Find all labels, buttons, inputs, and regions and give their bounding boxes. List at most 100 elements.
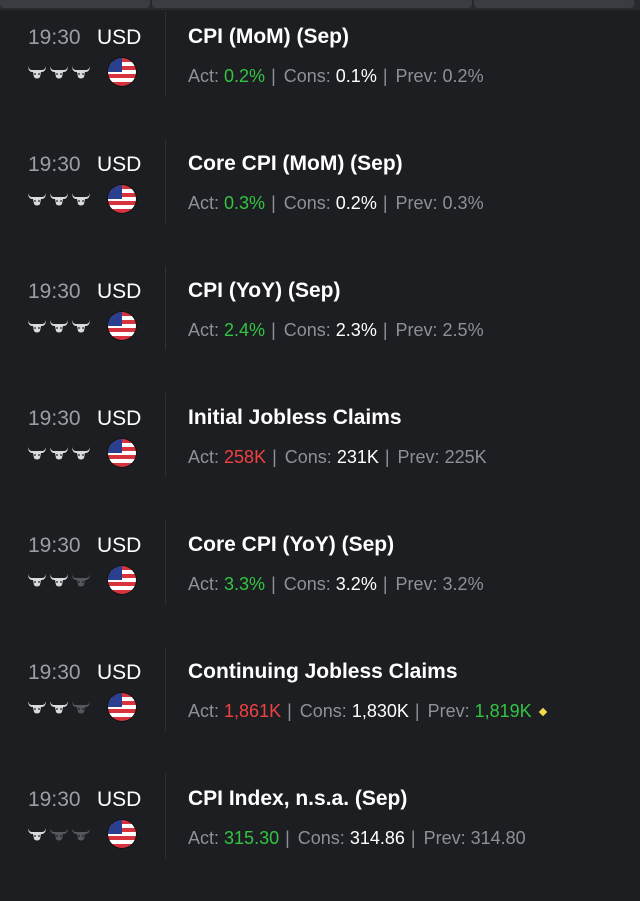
- separator: |: [384, 447, 390, 467]
- event-title: Continuing Jobless Claims: [188, 660, 458, 683]
- event-meta: 19:30 USD: [0, 266, 166, 393]
- economic-calendar-list: 19:30 USD CPI (MoM) (Sep) Act: 0.2% | Con…: [0, 12, 640, 901]
- bull-head-icon: [71, 318, 91, 336]
- consensus-value: 231K: [336, 447, 379, 467]
- consensus-value: 1,830K: [351, 701, 409, 721]
- importance-rating: [27, 64, 91, 82]
- previous-label: Prev:: [423, 828, 466, 848]
- column-divider: [165, 266, 166, 350]
- consensus-label: Cons:: [284, 447, 332, 467]
- previous-label: Prev:: [395, 193, 438, 213]
- bull-head-icon: [71, 64, 91, 82]
- diamond-icon: [538, 707, 547, 716]
- bull-head-icon: [49, 826, 69, 844]
- event-title: CPI Index, n.s.a. (Sep): [188, 787, 408, 810]
- event-figures: Act: 258K | Cons: 231K | Prev: 225K: [188, 447, 487, 468]
- importance-rating: [27, 191, 91, 209]
- event-currency: USD: [97, 407, 142, 430]
- calendar-event-row[interactable]: 19:30 USD Core CPI (YoY) (Sep) Act: 3.3%…: [0, 520, 640, 647]
- us-flag-icon: [108, 439, 136, 467]
- previous-value: 1,819K: [474, 701, 532, 721]
- event-figures: Act: 1,861K | Cons: 1,830K | Prev: 1,819K: [188, 701, 547, 722]
- consensus-label: Cons:: [299, 701, 347, 721]
- us-flag-icon: [108, 693, 136, 721]
- importance-rating: [27, 826, 91, 844]
- event-title: Initial Jobless Claims: [188, 406, 402, 429]
- bull-head-icon: [27, 572, 47, 590]
- actual-label: Act:: [188, 320, 220, 340]
- us-flag-icon: [108, 185, 136, 213]
- event-meta: 19:30 USD: [0, 12, 166, 139]
- previous-value: 0.3%: [442, 193, 484, 213]
- event-time: 19:30: [28, 661, 81, 684]
- column-divider: [165, 774, 166, 858]
- bull-head-icon: [71, 572, 91, 590]
- consensus-label: Cons:: [283, 193, 331, 213]
- actual-label: Act:: [188, 193, 220, 213]
- previous-value: 314.80: [470, 828, 526, 848]
- column-divider: [165, 139, 166, 223]
- event-title: Core CPI (MoM) (Sep): [188, 152, 403, 175]
- bull-head-icon: [27, 318, 47, 336]
- previous-label: Prev:: [395, 320, 438, 340]
- event-figures: Act: 315.30 | Cons: 314.86 | Prev: 314.80: [188, 828, 526, 849]
- column-divider: [165, 393, 166, 477]
- importance-rating: [27, 699, 91, 717]
- consensus-value: 2.3%: [335, 320, 377, 340]
- event-figures: Act: 0.3% | Cons: 0.2% | Prev: 0.3%: [188, 193, 484, 214]
- separator: |: [382, 66, 388, 86]
- us-flag-icon: [108, 312, 136, 340]
- event-figures: Act: 2.4% | Cons: 2.3% | Prev: 2.5%: [188, 320, 484, 341]
- actual-value: 2.4%: [224, 320, 266, 340]
- separator: |: [287, 701, 292, 721]
- actual-label: Act:: [188, 701, 220, 721]
- us-flag-icon: [108, 820, 136, 848]
- previous-value: 225K: [444, 447, 487, 467]
- consensus-label: Cons:: [283, 320, 331, 340]
- us-flag-icon: [108, 58, 136, 86]
- previous-label: Prev:: [395, 66, 438, 86]
- top-edge-bar: [0, 0, 640, 10]
- importance-rating: [27, 572, 91, 590]
- event-currency: USD: [97, 26, 142, 49]
- event-meta: 19:30 USD: [0, 393, 166, 520]
- event-title: CPI (YoY) (Sep): [188, 279, 341, 302]
- event-title: Core CPI (YoY) (Sep): [188, 533, 395, 556]
- separator: |: [382, 574, 388, 594]
- consensus-value: 3.2%: [335, 574, 377, 594]
- event-currency: USD: [97, 153, 142, 176]
- event-title: CPI (MoM) (Sep): [188, 25, 349, 48]
- actual-label: Act:: [188, 447, 220, 467]
- bull-head-icon: [49, 318, 69, 336]
- event-time: 19:30: [28, 534, 81, 557]
- event-currency: USD: [97, 280, 142, 303]
- bull-head-icon: [71, 445, 91, 463]
- bull-head-icon: [71, 826, 91, 844]
- separator: |: [271, 66, 276, 86]
- bull-head-icon: [27, 445, 47, 463]
- previous-value: 2.5%: [442, 320, 484, 340]
- bull-head-icon: [71, 699, 91, 717]
- previous-value: 3.2%: [442, 574, 484, 594]
- consensus-value: 314.86: [349, 828, 405, 848]
- separator: |: [414, 701, 420, 721]
- event-time: 19:30: [28, 407, 81, 430]
- separator: |: [382, 193, 388, 213]
- calendar-event-row[interactable]: 19:30 USD Continuing Jobless Claims Act:…: [0, 647, 640, 774]
- bull-head-icon: [49, 191, 69, 209]
- previous-label: Prev:: [427, 701, 470, 721]
- calendar-event-row[interactable]: 19:30 USD Initial Jobless Claims Act: 25…: [0, 393, 640, 520]
- separator: |: [410, 828, 416, 848]
- actual-value: 258K: [224, 447, 267, 467]
- event-meta: 19:30 USD: [0, 520, 166, 647]
- event-time: 19:30: [28, 788, 81, 811]
- consensus-value: 0.1%: [335, 66, 377, 86]
- event-time: 19:30: [28, 280, 81, 303]
- calendar-event-row[interactable]: 19:30 USD Core CPI (MoM) (Sep) Act: 0.3%…: [0, 139, 640, 266]
- calendar-event-row[interactable]: 19:30 USD CPI (YoY) (Sep) Act: 2.4% | Con…: [0, 266, 640, 393]
- consensus-label: Cons:: [283, 574, 331, 594]
- bull-head-icon: [27, 191, 47, 209]
- previous-label: Prev:: [397, 447, 440, 467]
- calendar-event-row[interactable]: 19:30 USD CPI (MoM) (Sep) Act: 0.2% | Con…: [0, 12, 640, 139]
- previous-label: Prev:: [395, 574, 438, 594]
